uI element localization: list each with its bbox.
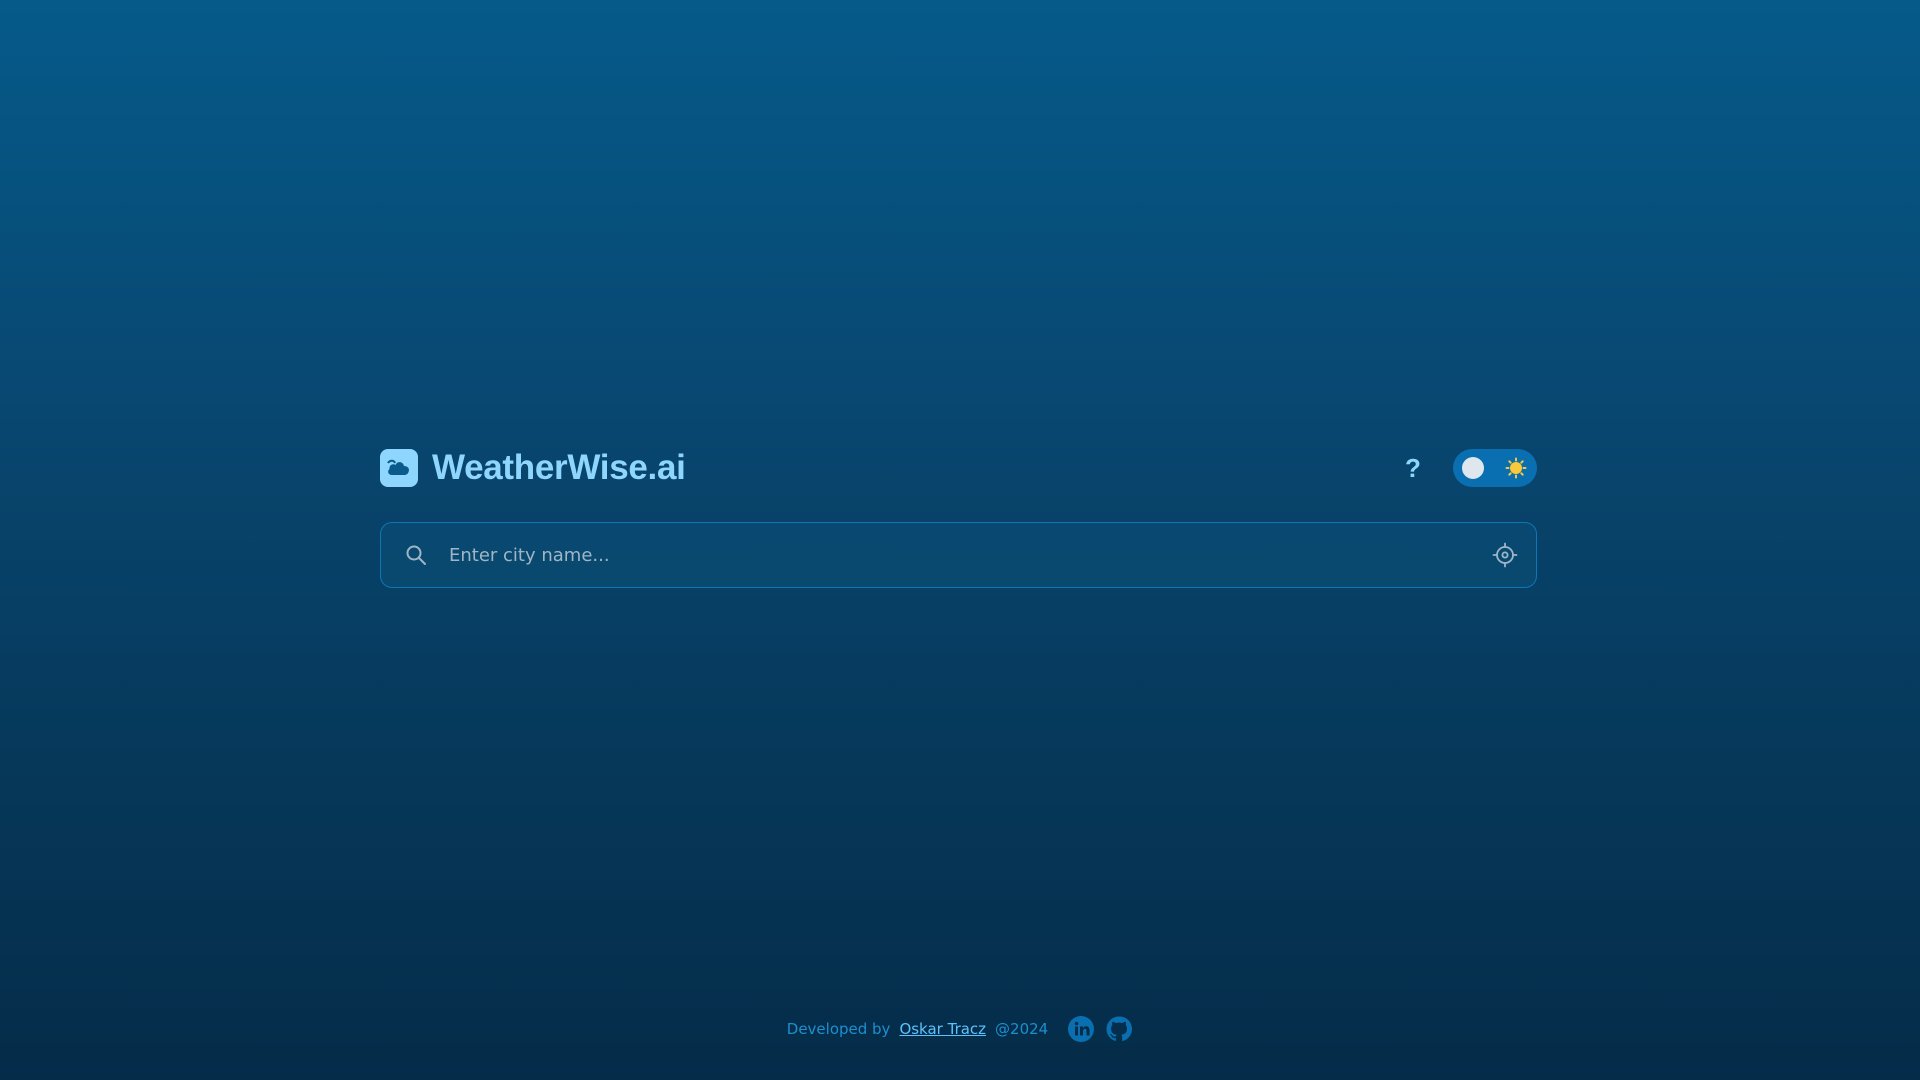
sun-icon — [1505, 457, 1527, 479]
author-link[interactable]: Oskar Tracz — [899, 1020, 986, 1038]
footer: Developed by Oskar Tracz @2024 — [0, 1015, 1920, 1043]
header: WeatherWise.ai ? — [380, 445, 1537, 491]
app-container: WeatherWise.ai ? — [380, 445, 1537, 588]
search-bar — [380, 522, 1537, 588]
cloud-icon — [380, 449, 418, 487]
crosshair-icon[interactable] — [1492, 542, 1518, 568]
github-icon[interactable] — [1105, 1015, 1133, 1043]
header-controls: ? — [1403, 449, 1537, 487]
toggle-knob — [1462, 457, 1484, 479]
brand[interactable]: WeatherWise.ai — [380, 448, 686, 488]
search-icon — [406, 545, 426, 565]
brand-name: WeatherWise.ai — [432, 448, 686, 487]
developed-by-label: Developed by — [786, 1020, 891, 1038]
city-search-input[interactable] — [447, 534, 1492, 576]
help-button[interactable]: ? — [1403, 453, 1423, 484]
social-links — [1067, 1015, 1133, 1043]
copyright-year: @2024 — [995, 1020, 1049, 1038]
theme-toggle[interactable] — [1453, 449, 1537, 487]
linkedin-icon[interactable] — [1067, 1015, 1095, 1043]
